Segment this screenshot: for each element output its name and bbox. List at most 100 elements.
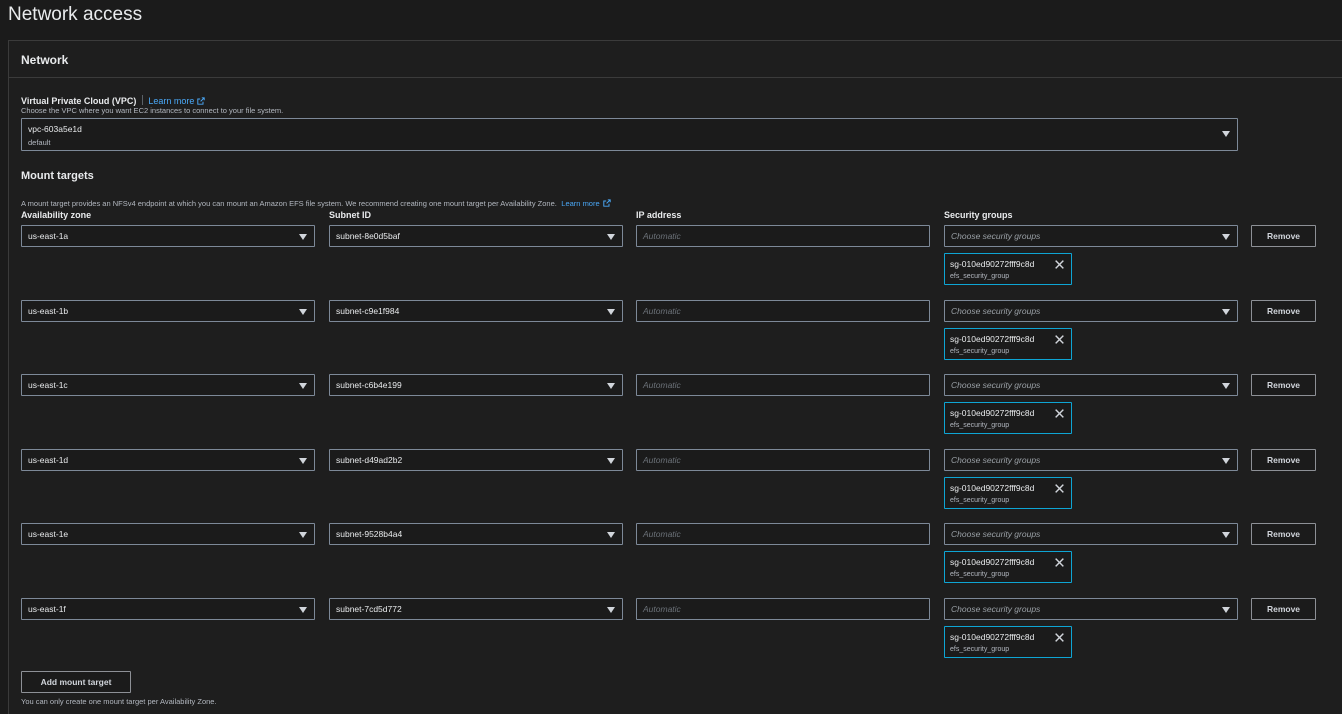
ip-address-placeholder: Automatic <box>643 380 681 390</box>
vpc-description: Choose the VPC where you want EC2 instan… <box>21 106 284 115</box>
security-group-name: efs_security_group <box>950 348 1010 355</box>
az-select[interactable]: us-east-1f <box>21 598 315 620</box>
security-groups-select[interactable]: Choose security groups <box>944 300 1238 322</box>
az-select-value: us-east-1b <box>28 306 69 316</box>
close-icon[interactable] <box>1054 408 1065 419</box>
az-select-value: us-east-1f <box>28 604 66 614</box>
mount-targets-title: Mount targets <box>21 170 94 182</box>
ip-address-placeholder: Automatic <box>643 231 681 241</box>
security-group-token: sg-010ed90272fff9c8d efs_security_group <box>944 551 1072 583</box>
remove-mount-target-button[interactable]: Remove <box>1251 449 1316 471</box>
security-groups-placeholder: Choose security groups <box>951 380 1041 390</box>
external-link-icon <box>602 199 611 207</box>
remove-mount-target-button[interactable]: Remove <box>1251 225 1316 247</box>
security-group-name: efs_security_group <box>950 571 1010 578</box>
subnet-select-value: subnet-c9e1f984 <box>336 306 400 316</box>
caret-down-icon <box>1222 607 1230 613</box>
subnet-select-value: subnet-7cd5d772 <box>336 604 402 614</box>
security-groups-select[interactable]: Choose security groups <box>944 598 1238 620</box>
remove-mount-target-button[interactable]: Remove <box>1251 300 1316 322</box>
caret-down-icon <box>1222 131 1230 137</box>
vpc-learn-more-link[interactable]: Learn more <box>148 96 206 106</box>
ip-address-input[interactable]: Automatic <box>636 374 930 396</box>
ip-address-input[interactable]: Automatic <box>636 598 930 620</box>
ip-address-input[interactable]: Automatic <box>636 300 930 322</box>
caret-down-icon <box>1222 309 1230 315</box>
caret-down-icon <box>607 234 615 240</box>
caret-down-icon <box>299 532 307 538</box>
az-select[interactable]: us-east-1d <box>21 449 315 471</box>
caret-down-icon <box>299 309 307 315</box>
caret-down-icon <box>1222 458 1230 464</box>
caret-down-icon <box>299 383 307 389</box>
security-groups-select[interactable]: Choose security groups <box>944 374 1238 396</box>
security-group-name: efs_security_group <box>950 497 1010 504</box>
caret-down-icon <box>607 309 615 315</box>
subnet-select-value: subnet-c6b4e199 <box>336 380 402 390</box>
az-select[interactable]: us-east-1e <box>21 523 315 545</box>
security-groups-placeholder: Choose security groups <box>951 529 1041 539</box>
column-header-security-groups: Security groups <box>944 210 1013 220</box>
security-group-token: sg-010ed90272fff9c8d efs_security_group <box>944 626 1072 658</box>
subnet-select-value: subnet-8e0d5baf <box>336 231 400 241</box>
subnet-select-value: subnet-9528b4a4 <box>336 529 403 539</box>
ip-address-input[interactable]: Automatic <box>636 225 930 247</box>
caret-down-icon <box>299 234 307 240</box>
security-groups-select[interactable]: Choose security groups <box>944 449 1238 471</box>
vpc-select[interactable]: vpc-603a5e1d default <box>21 118 1238 151</box>
az-select-value: us-east-1e <box>28 529 69 539</box>
security-group-token: sg-010ed90272fff9c8d efs_security_group <box>944 253 1072 285</box>
mount-targets-learn-more-text: Learn more <box>561 199 600 208</box>
close-icon[interactable] <box>1054 334 1065 345</box>
close-icon[interactable] <box>1054 557 1065 568</box>
security-group-name: efs_security_group <box>950 422 1010 429</box>
az-select[interactable]: us-east-1a <box>21 225 315 247</box>
remove-mount-target-button[interactable]: Remove <box>1251 598 1316 620</box>
subnet-select[interactable]: subnet-8e0d5baf <box>329 225 623 247</box>
security-group-name: efs_security_group <box>950 646 1010 653</box>
security-groups-placeholder: Choose security groups <box>951 231 1041 241</box>
column-header-az: Availability zone <box>21 210 92 220</box>
subnet-select[interactable]: subnet-7cd5d772 <box>329 598 623 620</box>
ip-address-input[interactable]: Automatic <box>636 523 930 545</box>
page-title: Network access <box>8 4 143 25</box>
ip-address-input[interactable]: Automatic <box>636 449 930 471</box>
security-groups-select[interactable]: Choose security groups <box>944 225 1238 247</box>
subnet-select[interactable]: subnet-c9e1f984 <box>329 300 623 322</box>
az-select[interactable]: us-east-1b <box>21 300 315 322</box>
caret-down-icon <box>299 458 307 464</box>
mount-targets-learn-more-link[interactable]: Learn more <box>561 199 611 208</box>
caret-down-icon <box>1222 532 1230 538</box>
security-group-id: sg-010ed90272fff9c8d <box>950 557 1035 567</box>
remove-mount-target-button[interactable]: Remove <box>1251 374 1316 396</box>
security-group-token: sg-010ed90272fff9c8d efs_security_group <box>944 402 1072 434</box>
security-group-name: efs_security_group <box>950 273 1010 280</box>
vpc-select-value: vpc-603a5e1d <box>28 124 82 134</box>
subnet-select[interactable]: subnet-c6b4e199 <box>329 374 623 396</box>
az-select[interactable]: us-east-1c <box>21 374 315 396</box>
vpc-select-sub: default <box>28 138 51 147</box>
subnet-select[interactable]: subnet-d49ad2b2 <box>329 449 623 471</box>
close-icon[interactable] <box>1054 259 1065 270</box>
close-icon[interactable] <box>1054 483 1065 494</box>
security-groups-placeholder: Choose security groups <box>951 455 1041 465</box>
caret-down-icon <box>607 458 615 464</box>
subnet-select-value: subnet-d49ad2b2 <box>336 455 403 465</box>
network-section-title: Network <box>21 53 69 67</box>
add-mount-target-button[interactable]: Add mount target <box>21 671 131 693</box>
security-groups-placeholder: Choose security groups <box>951 604 1041 614</box>
mount-targets-description-row: A mount target provides an NFSv4 endpoin… <box>21 193 611 211</box>
mount-target-footnote: You can only create one mount target per… <box>21 697 217 706</box>
caret-down-icon <box>1222 383 1230 389</box>
caret-down-icon <box>607 383 615 389</box>
close-icon[interactable] <box>1054 632 1065 643</box>
ip-address-placeholder: Automatic <box>643 455 681 465</box>
security-groups-select[interactable]: Choose security groups <box>944 523 1238 545</box>
subnet-select[interactable]: subnet-9528b4a4 <box>329 523 623 545</box>
column-header-ip: IP address <box>636 210 682 220</box>
network-panel-header <box>8 40 1342 78</box>
ip-address-placeholder: Automatic <box>643 604 681 614</box>
security-groups-placeholder: Choose security groups <box>951 306 1041 316</box>
az-select-value: us-east-1a <box>28 231 69 241</box>
remove-mount-target-button[interactable]: Remove <box>1251 523 1316 545</box>
